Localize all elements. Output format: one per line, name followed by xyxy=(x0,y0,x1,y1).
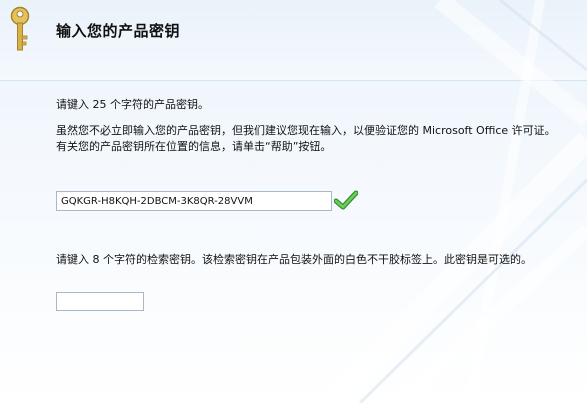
page-title: 输入您的产品密钥 xyxy=(56,22,181,40)
search-key-instruction: 请键入 8 个字符的检索密钥。该检索密钥在产品包装外面的白色不干胶标签上。此密钥… xyxy=(56,253,532,266)
search-key-input[interactable] xyxy=(56,292,144,311)
key-icon xyxy=(10,6,30,51)
product-key-instruction: 请键入 25 个字符的产品密钥。 xyxy=(56,98,209,111)
checkmark-icon xyxy=(334,190,358,210)
product-key-note: 虽然您不必立即输入您的产品密钥，但我们建议您现在输入，以便验证您的 Micros… xyxy=(56,124,556,153)
product-key-input[interactable] xyxy=(56,191,332,211)
